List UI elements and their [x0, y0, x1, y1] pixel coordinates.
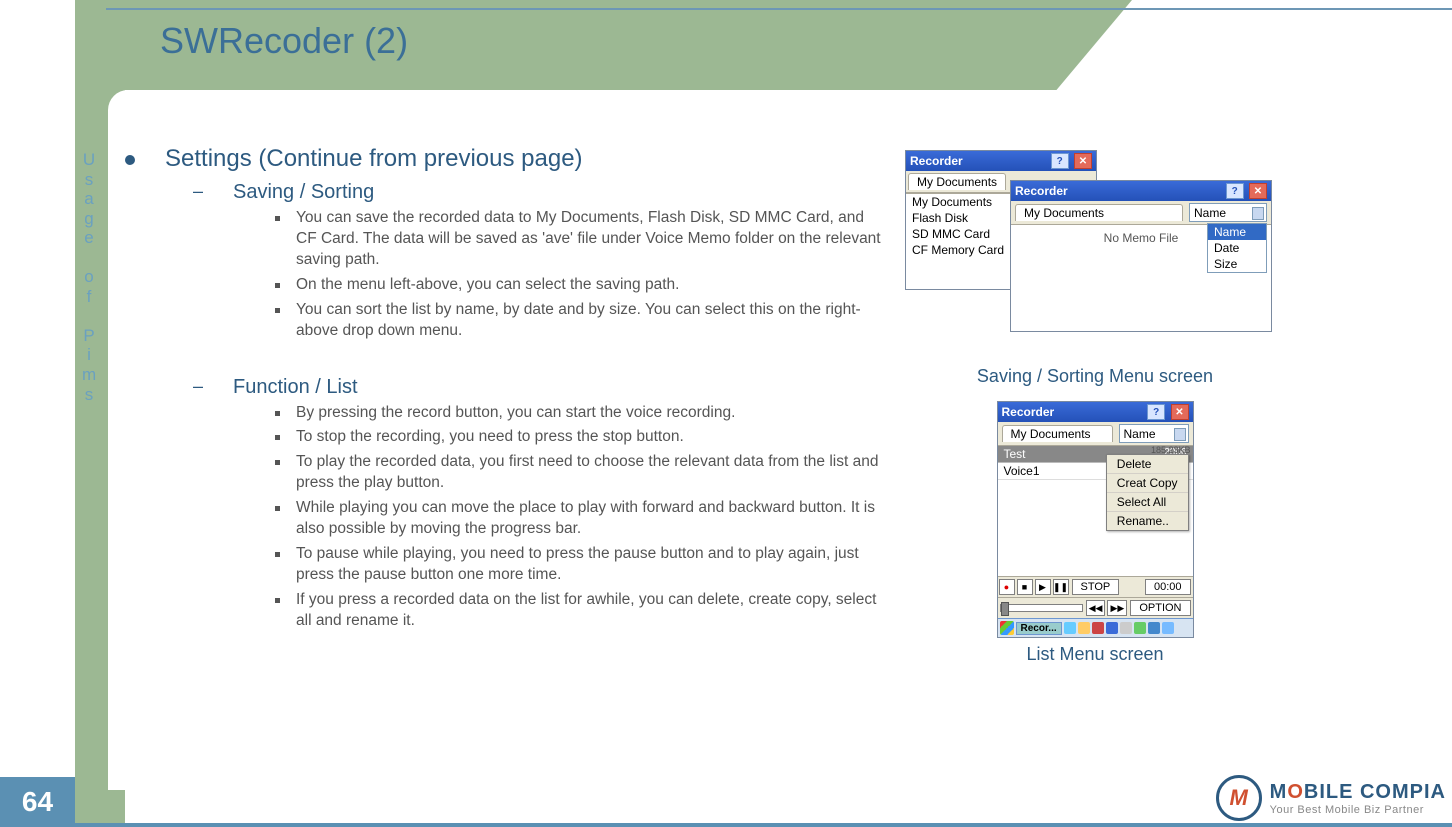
help-icon[interactable]: ?	[1051, 153, 1069, 169]
stop-button[interactable]: ■	[1017, 579, 1033, 595]
rewind-button[interactable]: ◀◀	[1086, 600, 1106, 616]
forward-button[interactable]: ▶▶	[1107, 600, 1127, 616]
sidebar-vertical-label: UsageofPims	[82, 150, 96, 404]
tray-icon[interactable]	[1064, 622, 1076, 634]
bullet-level3-icon	[275, 216, 280, 221]
option-button[interactable]: OPTION	[1130, 600, 1190, 616]
bullet-level3-text: By pressing the record button, you can s…	[296, 403, 735, 424]
bullet-level3-text: You can save the recorded data to My Doc…	[296, 208, 885, 271]
logo-letter: BILE COMPIA	[1304, 781, 1446, 803]
taskbar-app[interactable]: Recor...	[1016, 622, 1062, 635]
window-title: Recorder	[1002, 405, 1055, 419]
logo-tagline: Your Best Mobile Biz Partner	[1270, 804, 1446, 816]
window-title: Recorder	[1015, 184, 1068, 198]
bullet-level3-text: On the menu left-above, you can select t…	[296, 275, 679, 296]
bullet-level3-text: While playing you can move the place to …	[296, 498, 885, 540]
tray-icon[interactable]	[1092, 622, 1104, 634]
help-icon[interactable]: ?	[1226, 183, 1244, 199]
bullet-level2-text: Saving / Sorting	[233, 181, 374, 204]
bullet-level3-text: To play the recorded data, you first nee…	[296, 452, 885, 494]
bullet-level3-text: If you press a recorded data on the list…	[296, 590, 885, 632]
tray-icon[interactable]	[1078, 622, 1090, 634]
bullet-level3-icon	[275, 411, 280, 416]
progress-bar[interactable]	[1000, 604, 1083, 612]
sort-dropdown[interactable]: Name	[1119, 424, 1189, 443]
recorder-window-list: Recorder ? ✕ My Documents Name Test 2006…	[997, 401, 1194, 638]
file-name: Test	[1004, 447, 1026, 461]
taskbar: Recor...	[998, 618, 1193, 637]
page-number: 64	[0, 777, 75, 827]
bullet-level3-icon	[275, 283, 280, 288]
bullet-level3-icon	[275, 552, 280, 557]
tab-mydocs[interactable]: My Documents	[908, 173, 1006, 190]
sort-option[interactable]: Date	[1208, 240, 1266, 256]
caption-saving-sorting: Saving / Sorting Menu screen	[905, 366, 1285, 387]
bullet-level2-dash: –	[193, 376, 213, 399]
top-rule	[106, 8, 1452, 10]
screenshots-area: Recorder ? ✕ My Documents My Documents F…	[905, 150, 1285, 679]
progress-handle[interactable]	[1001, 602, 1009, 616]
bullet-level3-icon	[275, 506, 280, 511]
bullet-level1-icon	[125, 155, 135, 165]
sort-option[interactable]: Size	[1208, 256, 1266, 272]
help-icon[interactable]: ?	[1147, 404, 1165, 420]
file-name: Voice1	[1004, 464, 1040, 478]
footer-strip	[0, 823, 1452, 827]
close-icon[interactable]: ✕	[1249, 183, 1267, 199]
recorder-window-sort: Recorder ? ✕ My Documents Name No Memo F…	[1010, 180, 1272, 332]
tray-icon[interactable]	[1120, 622, 1132, 634]
bullet-level3-text: You can sort the list by name, by date a…	[296, 300, 885, 342]
caption-list-menu: List Menu screen	[905, 644, 1285, 665]
close-icon[interactable]: ✕	[1171, 404, 1189, 420]
context-delete[interactable]: Delete	[1107, 455, 1188, 474]
logo-text: MOBILE COMPIA	[1270, 781, 1446, 804]
tray-icon[interactable]	[1148, 622, 1160, 634]
context-create-copy[interactable]: Creat Copy	[1107, 474, 1188, 493]
content-area: Settings (Continue from previous page) –…	[125, 145, 885, 636]
context-rename[interactable]: Rename..	[1107, 512, 1188, 530]
bullet-level3-icon	[275, 598, 280, 603]
start-icon[interactable]	[1000, 621, 1014, 635]
tab-mydocs[interactable]: My Documents	[1015, 204, 1183, 221]
sort-option[interactable]: Name	[1208, 224, 1266, 240]
stop-label[interactable]: STOP	[1072, 579, 1120, 595]
window-title: Recorder	[910, 154, 963, 168]
logo: M MOBILE COMPIA Your Best Mobile Biz Par…	[1216, 775, 1446, 821]
bullet-level3-icon	[275, 435, 280, 440]
bullet-level3-text: To pause while playing, you need to pres…	[296, 544, 885, 586]
time-display: 00:00	[1145, 579, 1191, 595]
play-button[interactable]: ▶	[1035, 579, 1051, 595]
bullet-level3-icon	[275, 308, 280, 313]
record-button[interactable]: ●	[999, 579, 1015, 595]
logo-letter: M	[1270, 781, 1288, 803]
bullet-level2-text: Function / List	[233, 376, 358, 399]
tab-mydocs[interactable]: My Documents	[1002, 425, 1113, 442]
pause-button[interactable]: ❚❚	[1053, 579, 1069, 595]
logo-letter: O	[1287, 781, 1304, 803]
tray-icon[interactable]	[1162, 622, 1174, 634]
slide-title: SWRecoder (2)	[160, 20, 408, 62]
tray-icon[interactable]	[1106, 622, 1118, 634]
context-select-all[interactable]: Select All	[1107, 493, 1188, 512]
context-menu: Delete Creat Copy Select All Rename..	[1106, 454, 1189, 531]
sort-dropdown[interactable]: Name	[1189, 203, 1267, 222]
bullet-level3-icon	[275, 460, 280, 465]
logo-mark: M	[1216, 775, 1262, 821]
bullet-level2-dash: –	[193, 181, 213, 204]
bullet-level3-text: To stop the recording, you need to press…	[296, 427, 684, 448]
bullet-level1-text: Settings (Continue from previous page)	[165, 145, 583, 173]
close-icon[interactable]: ✕	[1074, 153, 1092, 169]
tray-icon[interactable]	[1134, 622, 1146, 634]
